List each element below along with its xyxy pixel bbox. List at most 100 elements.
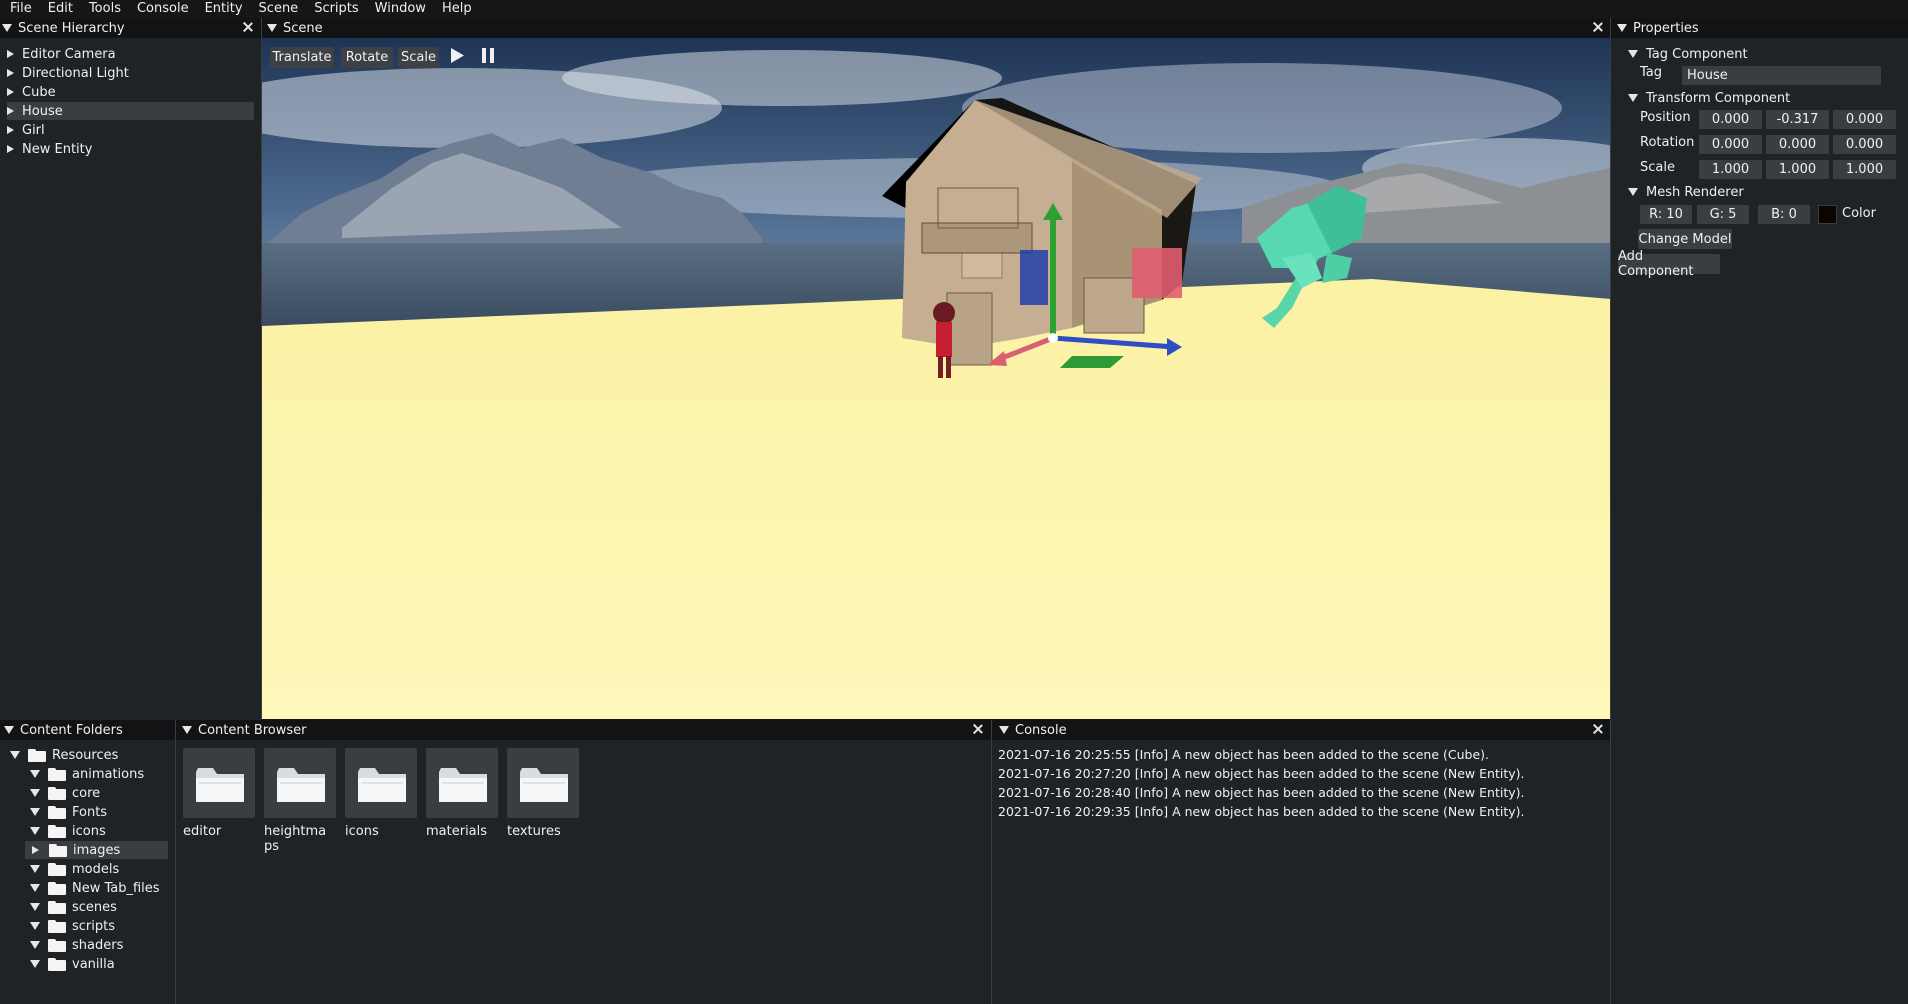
rotation-y-field[interactable]: 0.000 bbox=[1766, 135, 1829, 154]
collapse-arrow-icon[interactable] bbox=[182, 726, 192, 734]
hierarchy-item-cube[interactable]: Cube bbox=[7, 83, 252, 101]
menu-entity[interactable]: Entity bbox=[197, 0, 251, 18]
menu-tools[interactable]: Tools bbox=[81, 0, 129, 18]
collapse-arrow-icon[interactable] bbox=[2, 24, 12, 32]
collapse-arrow-icon[interactable] bbox=[999, 726, 1009, 734]
folder-tree-item-scenes[interactable]: scenes bbox=[30, 898, 117, 916]
color-b-field[interactable]: B: 0 bbox=[1758, 205, 1810, 224]
pause-icon[interactable] bbox=[480, 47, 496, 64]
collapse-arrow-icon[interactable] bbox=[267, 24, 277, 32]
collapse-arrow-icon[interactable] bbox=[30, 960, 40, 968]
rotation-z-field[interactable]: 0.000 bbox=[1833, 135, 1896, 154]
content-folders-titlebar[interactable]: Content Folders bbox=[0, 720, 175, 740]
play-icon[interactable] bbox=[449, 47, 465, 64]
expand-arrow-icon[interactable] bbox=[7, 88, 14, 96]
console-titlebar[interactable]: Console bbox=[992, 720, 1611, 740]
content-item-materials[interactable]: materials bbox=[426, 748, 498, 839]
change-model-button[interactable]: Change Model bbox=[1638, 229, 1732, 249]
folder-tile[interactable] bbox=[264, 748, 336, 818]
folder-tree-item-core[interactable]: core bbox=[30, 784, 100, 802]
folder-tree-item-shaders[interactable]: shaders bbox=[30, 936, 123, 954]
folder-tree-item-vanilla[interactable]: vanilla bbox=[30, 955, 115, 973]
collapse-arrow-icon[interactable] bbox=[30, 903, 40, 911]
scale-z-field[interactable]: 1.000 bbox=[1833, 160, 1896, 179]
menu-console[interactable]: Console bbox=[129, 0, 197, 18]
expand-arrow-icon[interactable] bbox=[7, 126, 14, 134]
content-item-editor[interactable]: editor bbox=[183, 748, 255, 839]
color-swatch[interactable] bbox=[1818, 205, 1837, 224]
position-x-field[interactable]: 0.000 bbox=[1699, 110, 1762, 129]
scale-x-field[interactable]: 1.000 bbox=[1699, 160, 1762, 179]
folder-tile[interactable] bbox=[183, 748, 255, 818]
tag-input[interactable]: House bbox=[1682, 66, 1881, 85]
menu-file[interactable]: File bbox=[2, 0, 40, 18]
content-item-textures[interactable]: textures bbox=[507, 748, 579, 839]
folder-tile[interactable] bbox=[507, 748, 579, 818]
scene-hierarchy-titlebar[interactable]: Scene Hierarchy bbox=[0, 18, 261, 38]
close-icon[interactable] bbox=[1591, 20, 1605, 34]
color-g-field[interactable]: G: 5 bbox=[1697, 205, 1749, 224]
content-item-heightmaps[interactable]: heightmaps bbox=[264, 748, 336, 854]
collapse-arrow-icon[interactable] bbox=[30, 884, 40, 892]
folder-tile[interactable] bbox=[426, 748, 498, 818]
content-item-icons[interactable]: icons bbox=[345, 748, 417, 839]
panel-divider[interactable] bbox=[175, 720, 176, 1004]
position-y-field[interactable]: -0.317 bbox=[1766, 110, 1829, 129]
scene-titlebar[interactable]: Scene bbox=[261, 18, 1611, 38]
menu-scripts[interactable]: Scripts bbox=[306, 0, 366, 18]
collapse-arrow-icon[interactable] bbox=[30, 808, 40, 816]
collapse-arrow-icon[interactable] bbox=[30, 922, 40, 930]
folder-tree-item-models[interactable]: models bbox=[30, 860, 119, 878]
rotation-x-field[interactable]: 0.000 bbox=[1699, 135, 1762, 154]
close-icon[interactable] bbox=[241, 20, 255, 34]
collapse-arrow-icon[interactable] bbox=[10, 751, 20, 759]
collapse-arrow-icon[interactable] bbox=[1617, 24, 1627, 32]
close-icon[interactable] bbox=[971, 722, 985, 736]
collapse-arrow-icon[interactable] bbox=[30, 827, 40, 835]
collapse-arrow-icon[interactable] bbox=[4, 726, 14, 734]
menu-edit[interactable]: Edit bbox=[40, 0, 81, 18]
collapse-arrow-icon[interactable] bbox=[30, 865, 40, 873]
menu-scene[interactable]: Scene bbox=[251, 0, 307, 18]
color-r-field[interactable]: R: 10 bbox=[1640, 205, 1692, 224]
scene-viewport[interactable] bbox=[262, 38, 1611, 719]
position-z-field[interactable]: 0.000 bbox=[1833, 110, 1896, 129]
folder-tree-item-scripts[interactable]: scripts bbox=[30, 917, 115, 935]
folder-tree-root[interactable]: Resources bbox=[10, 746, 118, 764]
rotate-button[interactable]: Rotate bbox=[341, 47, 393, 68]
folder-tile[interactable] bbox=[345, 748, 417, 818]
expand-arrow-icon[interactable] bbox=[32, 846, 39, 854]
scale-button[interactable]: Scale bbox=[398, 47, 439, 68]
mesh-renderer-header[interactable]: Mesh Renderer bbox=[1628, 183, 1744, 201]
hierarchy-item-girl[interactable]: Girl bbox=[7, 121, 252, 139]
menu-window[interactable]: Window bbox=[367, 0, 434, 18]
collapse-arrow-icon[interactable] bbox=[1628, 188, 1638, 196]
collapse-arrow-icon[interactable] bbox=[30, 941, 40, 949]
collapse-arrow-icon[interactable] bbox=[1628, 94, 1638, 102]
scale-y-field[interactable]: 1.000 bbox=[1766, 160, 1829, 179]
content-browser-titlebar[interactable]: Content Browser bbox=[176, 720, 991, 740]
properties-titlebar[interactable]: Properties bbox=[1611, 18, 1908, 38]
expand-arrow-icon[interactable] bbox=[7, 50, 14, 58]
folder-tree-item-images[interactable]: images bbox=[25, 841, 168, 859]
collapse-arrow-icon[interactable] bbox=[30, 789, 40, 797]
hierarchy-item-house[interactable]: House bbox=[7, 102, 254, 120]
expand-arrow-icon[interactable] bbox=[7, 145, 14, 153]
hierarchy-item-editor-camera[interactable]: Editor Camera bbox=[7, 45, 252, 63]
panel-divider[interactable] bbox=[261, 18, 262, 720]
folder-tree-item-icons[interactable]: icons bbox=[30, 822, 106, 840]
panel-divider[interactable] bbox=[1610, 18, 1611, 1004]
expand-arrow-icon[interactable] bbox=[7, 69, 14, 77]
close-icon[interactable] bbox=[1591, 722, 1605, 736]
collapse-arrow-icon[interactable] bbox=[1628, 50, 1638, 58]
folder-tree-item-fonts[interactable]: Fonts bbox=[30, 803, 107, 821]
folder-tree-item-animations[interactable]: animations bbox=[30, 765, 144, 783]
transform-component-header[interactable]: Transform Component bbox=[1628, 89, 1790, 107]
add-component-button[interactable]: Add Component bbox=[1618, 249, 1720, 279]
panel-divider[interactable] bbox=[991, 720, 992, 1004]
expand-arrow-icon[interactable] bbox=[7, 107, 14, 115]
folder-tree-item-new-tab-files[interactable]: New Tab_files bbox=[30, 879, 160, 897]
collapse-arrow-icon[interactable] bbox=[30, 770, 40, 778]
hierarchy-item-directional-light[interactable]: Directional Light bbox=[7, 64, 252, 82]
hierarchy-item-new-entity[interactable]: New Entity bbox=[7, 140, 252, 158]
